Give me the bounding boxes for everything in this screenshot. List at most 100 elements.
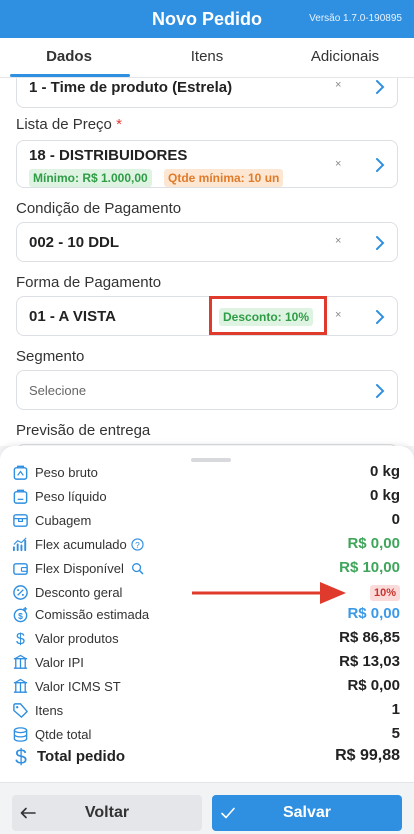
chevron-right-icon[interactable] — [373, 309, 387, 325]
flex-chart-icon — [12, 537, 27, 552]
total-pedido-label: Total pedido — [37, 748, 126, 765]
itens-value: 1 — [391, 701, 400, 718]
itens-label: Itens — [35, 703, 64, 718]
search-icon[interactable] — [131, 562, 144, 575]
weight-icon — [13, 489, 28, 504]
summary-row-comissao: $ Comissão estimada R$ 0,00 — [0, 604, 414, 626]
back-button-label: Voltar — [84, 804, 130, 821]
desconto-geral-label: Desconto geral — [35, 585, 123, 600]
valor-produtos-label: Valor produtos — [35, 631, 119, 646]
chevron-right-icon[interactable] — [373, 235, 387, 251]
svg-text:$: $ — [18, 611, 23, 621]
summary-row-flex-acumulado: Flex acumulado ? R$ 0,00 — [0, 534, 414, 556]
segmento-select[interactable]: Selecione — [16, 370, 398, 410]
annotation-highlight-box — [209, 296, 327, 335]
flex-acumulado-label: Flex acumulado — [35, 537, 127, 552]
qtde-total-label: Qtde total — [35, 727, 92, 742]
dollar-icon: $ — [16, 630, 25, 647]
active-tab-indicator — [10, 74, 130, 77]
summary-row-valor-icms-st: Valor ICMS ST R$ 0,00 — [0, 676, 414, 698]
save-button[interactable]: Salvar — [212, 795, 402, 831]
lista-preco-value: 18 - DISTRIBUIDORES — [29, 147, 188, 164]
tax-icon — [13, 678, 28, 693]
weight-icon — [13, 465, 28, 480]
forma-pagamento-value: 01 - A VISTA — [29, 308, 116, 325]
summary-row-peso-bruto: Peso bruto 0 kg — [0, 462, 414, 484]
lista-preco-label: Lista de Preço * — [16, 116, 122, 133]
total-pedido-value: R$ 99,88 — [335, 747, 400, 764]
svg-text:$: $ — [15, 747, 27, 767]
valor-icms-st-label: Valor ICMS ST — [35, 679, 121, 694]
action-bar: Voltar Salvar — [0, 782, 414, 834]
summary-row-valor-ipi: Valor IPI R$ 13,03 — [0, 652, 414, 674]
summary-row-total-pedido: $ Total pedido R$ 99,88 — [0, 746, 414, 770]
summary-row-itens: Itens 1 — [0, 700, 414, 722]
valor-produtos-value: R$ 86,85 — [339, 629, 400, 646]
lista-preco-label-text: Lista de Preço — [16, 116, 112, 133]
clear-icon[interactable]: × — [335, 309, 341, 321]
valor-ipi-value: R$ 13,03 — [339, 653, 400, 670]
commission-icon: $ — [13, 606, 28, 623]
dollar-icon: $ — [15, 747, 27, 767]
save-button-label: Salvar — [282, 804, 332, 821]
condicao-pagamento-value: 002 - 10 DDL — [29, 234, 120, 251]
flex-disponivel-value: R$ 10,00 — [339, 559, 400, 576]
order-summary-panel: Peso bruto 0 kg Peso líquido 0 kg Cubage… — [0, 446, 414, 782]
chevron-right-icon[interactable] — [373, 157, 387, 173]
help-icon[interactable]: ? — [131, 538, 144, 551]
required-mark: * — [116, 116, 122, 133]
svg-text:$: $ — [16, 630, 25, 647]
chevron-right-icon[interactable] — [373, 383, 387, 399]
summary-row-qtde-total: Qtde total 5 — [0, 724, 414, 746]
peso-bruto-value: 0 kg — [369, 463, 400, 480]
tax-icon — [13, 654, 28, 669]
summary-row-cubagem: Cubagem 0 — [0, 510, 414, 532]
segmento-label: Segmento — [16, 348, 85, 365]
peso-liquido-label: Peso líquido — [35, 489, 107, 504]
cubagem-value: 0 — [391, 511, 400, 528]
summary-row-valor-produtos: $ Valor produtos R$ 86,85 — [0, 628, 414, 650]
tab-adicionais[interactable]: Adicionais — [276, 38, 414, 78]
condicao-pagamento-label: Condição de Pagamento — [16, 200, 182, 217]
produto-select[interactable]: 1 - Time de produto (Estrela) × — [16, 78, 398, 108]
clear-icon[interactable]: × — [335, 158, 341, 170]
forma-pagamento-label: Forma de Pagamento — [16, 274, 162, 291]
previsao-entrega-label: Previsão de entrega — [16, 422, 151, 439]
annotation-arrow-icon — [192, 582, 346, 604]
box-icon — [13, 514, 28, 527]
svg-text:?: ? — [135, 540, 140, 550]
app-header: Novo Pedido Versão 1.7.0-190895 — [0, 0, 414, 38]
flex-disponivel-label: Flex Disponível — [35, 561, 124, 576]
valor-ipi-label: Valor IPI — [35, 655, 84, 670]
stack-icon — [13, 727, 28, 742]
minimum-qty-tag: Qtde mínima: 10 un — [164, 169, 284, 187]
flex-acumulado-value: R$ 0,00 — [347, 535, 400, 552]
comissao-label: Comissão estimada — [35, 607, 150, 622]
clear-icon[interactable]: × — [335, 235, 341, 247]
tab-dados[interactable]: Dados — [0, 38, 138, 78]
produto-value: 1 - Time de produto (Estrela) — [29, 79, 233, 96]
cubagem-label: Cubagem — [35, 513, 92, 528]
order-form: 1 - Time de produto (Estrela) × Lista de… — [0, 78, 414, 446]
tab-itens[interactable]: Itens — [138, 38, 276, 78]
comissao-value: R$ 0,00 — [347, 605, 400, 622]
tag-icon — [13, 703, 28, 718]
summary-row-peso-liquido: Peso líquido 0 kg — [0, 486, 414, 508]
clear-icon[interactable]: × — [335, 79, 341, 91]
peso-bruto-label: Peso bruto — [35, 465, 98, 480]
lista-preco-select[interactable]: 18 - DISTRIBUIDORES Mínimo: R$ 1.000,00 … — [16, 140, 398, 188]
forma-pagamento-select[interactable]: 01 - A VISTA Desconto: 10% × — [16, 296, 398, 336]
tab-bar: Dados Itens Adicionais — [0, 38, 414, 78]
back-button[interactable]: Voltar — [12, 795, 202, 831]
desconto-geral-badge: 10% — [369, 585, 400, 601]
peso-liquido-value: 0 kg — [369, 487, 400, 504]
valor-icms-st-value: R$ 0,00 — [347, 677, 400, 694]
segmento-placeholder: Selecione — [29, 383, 87, 398]
summary-row-flex-disponivel: Flex Disponível R$ 10,00 — [0, 558, 414, 580]
minimum-value-tag: Mínimo: R$ 1.000,00 — [29, 169, 152, 187]
percent-icon — [13, 585, 28, 600]
order-screen: Novo Pedido Versão 1.7.0-190895 Dados It… — [0, 0, 414, 834]
chevron-right-icon[interactable] — [373, 79, 387, 95]
condicao-pagamento-select[interactable]: 002 - 10 DDL × — [16, 222, 398, 262]
qtde-total-value: 5 — [391, 725, 400, 742]
